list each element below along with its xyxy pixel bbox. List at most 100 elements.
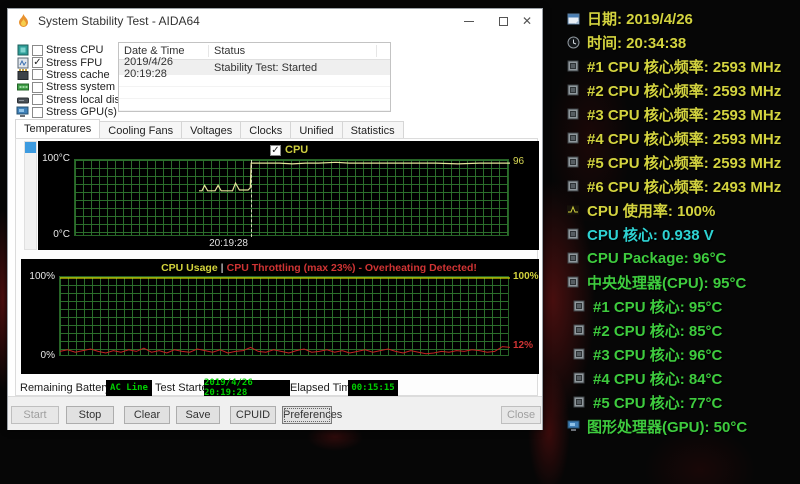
minimize-button[interactable] <box>456 9 482 33</box>
preferences-button[interactable]: Preferences <box>282 406 332 424</box>
chip-icon <box>566 108 580 120</box>
monitor-icon <box>566 420 580 432</box>
cpu-usage-chart: CPU Usage|CPU Throttling (max 23%) - Ove… <box>21 259 539 374</box>
osd-row: CPU Package: 96°C <box>566 246 800 270</box>
tab-bar: TemperaturesCooling FansVoltagesClocksUn… <box>15 119 404 139</box>
osd-row: CPU 核心: 0.938 V <box>566 222 800 246</box>
osd-row: #2 CPU 核心频率: 2593 MHz <box>566 78 800 102</box>
cpu-icon <box>16 44 29 56</box>
desktop: System Stability Test - AIDA64 ✕ Stress … <box>0 0 800 484</box>
osd-row-text: 图形处理器(GPU): 50°C <box>587 416 747 437</box>
usage-plot-area <box>59 276 509 356</box>
osd-row-text: #6 CPU 核心频率: 2493 MHz <box>587 176 781 197</box>
stop-button[interactable]: Stop <box>66 406 114 424</box>
chip-icon <box>566 60 580 72</box>
osd-row: #4 CPU 核心频率: 2593 MHz <box>566 126 800 150</box>
aida64-stability-test-window: System Stability Test - AIDA64 ✕ Stress … <box>7 8 543 430</box>
osd-row: 时间: 20:34:38 <box>566 30 800 54</box>
tab-cooling-fans[interactable]: Cooling Fans <box>100 121 182 139</box>
event-log-table: Date & Time Status 2019/4/26 20:19:28 St… <box>118 42 391 112</box>
osd-row: 中央处理器(CPU): 95°C <box>566 270 800 294</box>
osd-row-text: 日期: 2019/4/26 <box>587 8 693 29</box>
osd-row-text: #5 CPU 核心: 77°C <box>593 392 722 413</box>
osd-row-text: #1 CPU 核心: 95°C <box>593 296 722 317</box>
temperature-series-line <box>75 160 510 237</box>
osd-row-text: #3 CPU 核心频率: 2593 MHz <box>587 104 781 125</box>
column-header-status[interactable]: Status <box>209 45 377 57</box>
osd-row-text: #4 CPU 核心: 84°C <box>593 368 722 389</box>
osd-row: #5 CPU 核心频率: 2593 MHz <box>566 150 800 174</box>
osd-row-text: CPU Package: 96°C <box>587 250 726 267</box>
temperatures-tab-page: ✓ CPU 100°C 0°C 96 20:19:28 CPU Usage|CP… <box>15 138 538 396</box>
temperature-chart: ✓ CPU 100°C 0°C 96 20:19:28 <box>38 141 539 250</box>
cpu-legend[interactable]: ✓ CPU <box>270 144 308 156</box>
cache-icon <box>16 69 29 81</box>
chip-icon <box>566 84 580 96</box>
chip-icon <box>572 300 586 312</box>
test-started-value: 2019/4/26 20:19:28 <box>204 380 290 396</box>
chip-icon <box>566 228 580 240</box>
action-button-strip: Start Stop Clear Save CPUID Preferences … <box>8 396 542 430</box>
gpu-icon <box>16 106 29 118</box>
cpu-legend-label: CPU <box>285 144 308 156</box>
throttling-warning-text: CPU Throttling (max 23%) - Overheating D… <box>227 262 477 274</box>
chip-icon <box>572 396 586 408</box>
minimize-icon <box>464 21 474 22</box>
stress-checkbox[interactable] <box>32 69 43 80</box>
close-button[interactable]: Close <box>501 406 541 424</box>
stress-checkbox[interactable]: ✓ <box>32 57 43 68</box>
window-title: System Stability Test - AIDA64 <box>38 14 200 28</box>
cpuid-button[interactable]: CPUID <box>230 406 276 424</box>
gauge-icon <box>566 204 580 216</box>
osd-row-text: 时间: 20:34:38 <box>587 32 686 53</box>
stress-option-label: Stress FPU <box>46 57 102 69</box>
tab-unified[interactable]: Unified <box>291 121 342 139</box>
close-icon: ✕ <box>522 14 532 28</box>
elapsed-time-value: 00:15:15 <box>348 380 398 396</box>
temp-axis-min-label: 0°C <box>38 229 70 240</box>
battery-label: Remaining Battery: <box>20 382 114 394</box>
maximize-icon <box>499 17 508 26</box>
stress-checkbox[interactable] <box>32 94 43 105</box>
chart-scrollbar[interactable] <box>24 141 37 250</box>
temp-axis-max-label: 100°C <box>38 153 70 164</box>
scrollbar-thumb[interactable] <box>25 142 36 153</box>
start-button[interactable]: Start <box>11 406 59 424</box>
event-datetime: 2019/4/26 20:19:28 <box>119 56 209 80</box>
osd-row-text: CPU 使用率: 100% <box>587 200 715 221</box>
osd-row-text: #1 CPU 核心频率: 2593 MHz <box>587 56 781 77</box>
osd-row: 日期: 2019/4/26 <box>566 6 800 30</box>
osd-row-text: CPU 核心: 0.938 V <box>587 224 714 245</box>
stress-checkbox[interactable] <box>32 45 43 56</box>
osd-row: #1 CPU 核心: 95°C <box>566 294 800 318</box>
test-start-dashed-line <box>251 160 252 237</box>
temperature-plot-area <box>74 159 509 236</box>
titlebar[interactable]: System Stability Test - AIDA64 ✕ <box>8 9 542 33</box>
usage-title-part: CPU Usage <box>161 262 218 274</box>
osd-row: 图形处理器(GPU): 50°C <box>566 414 800 438</box>
clear-button[interactable]: Clear <box>124 406 170 424</box>
stress-checkbox[interactable] <box>32 82 43 93</box>
tab-statistics[interactable]: Statistics <box>343 121 404 139</box>
tab-temperatures[interactable]: Temperatures <box>15 119 100 139</box>
stress-option-label: Stress GPU(s) <box>46 106 117 118</box>
test-status-row: Remaining Battery: AC Line Test Started:… <box>16 381 537 396</box>
usage-series-lines <box>60 277 510 357</box>
osd-row-text: #5 CPU 核心频率: 2593 MHz <box>587 152 781 173</box>
close-window-button[interactable]: ✕ <box>514 9 540 33</box>
stress-checkbox[interactable] <box>32 107 43 118</box>
disk-icon <box>16 94 29 106</box>
cpu-legend-checkbox[interactable]: ✓ <box>270 145 281 156</box>
usage-axis-min-label: 0% <box>25 350 55 361</box>
memory-icon <box>16 81 29 93</box>
chip-icon <box>572 324 586 336</box>
tab-voltages[interactable]: Voltages <box>182 121 241 139</box>
osd-row-text: #2 CPU 核心频率: 2593 MHz <box>587 80 781 101</box>
osd-row: #2 CPU 核心: 85°C <box>566 318 800 342</box>
save-button[interactable]: Save <box>176 406 220 424</box>
tab-clocks[interactable]: Clocks <box>241 121 291 139</box>
table-row[interactable]: 2019/4/26 20:19:28 Stability Test: Start… <box>119 60 390 75</box>
maximize-button[interactable] <box>490 9 516 33</box>
chip-icon <box>572 348 586 360</box>
osd-row: #5 CPU 核心: 77°C <box>566 390 800 414</box>
